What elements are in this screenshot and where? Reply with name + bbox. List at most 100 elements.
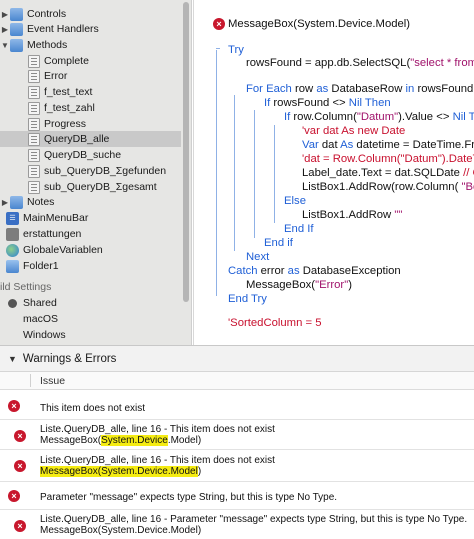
method-icon	[28, 148, 40, 162]
issue-row[interactable]: × Liste.QueryDB_alle, line 16 - This ite…	[0, 420, 474, 450]
nav-item-label: erstattungen	[23, 228, 82, 240]
nav-item-label: Complete	[44, 55, 89, 67]
code-editor[interactable]: × MessageBox(System.Device.Model) Try ro…	[193, 0, 474, 345]
radio-unselected-icon[interactable]	[8, 331, 17, 340]
nav-method-f-test-zahl[interactable]: f_test_zahl	[0, 100, 181, 116]
disclosure-down-icon[interactable]: ▼	[0, 41, 10, 50]
code-line-catch: Catch error as DatabaseException	[228, 265, 401, 277]
nav-method-progress[interactable]: Progress	[0, 116, 181, 132]
method-icon	[28, 117, 40, 131]
method-icon	[28, 180, 40, 194]
project-navigator: ▶ Controls ▶ Event Handlers ▼ Methods Co…	[0, 0, 192, 345]
nav-method-sub-querydb-gefunden[interactable]: sub_QueryDB_Σgefunden	[0, 163, 181, 179]
code-line-addrow-1: ListBox1.AddRow(row.Column( "Be	[302, 181, 474, 193]
issues-column-header: Issue	[0, 372, 474, 390]
nav-item-folder1[interactable]: Folder1	[0, 258, 181, 274]
build-target-label: macOS	[23, 313, 59, 325]
inner-if-block-guide	[274, 125, 275, 223]
column-issue-label[interactable]: Issue	[40, 375, 65, 387]
method-icon	[28, 164, 40, 178]
guide-cap	[216, 48, 220, 49]
nav-item-event-handlers[interactable]: ▶ Event Handlers	[0, 21, 181, 37]
build-target-macos[interactable]: macOS	[0, 311, 181, 327]
nav-item-label: Methods	[27, 39, 68, 51]
column-separator[interactable]	[30, 374, 31, 387]
disclosure-right-icon[interactable]: ▶	[0, 10, 10, 19]
method-icon	[28, 85, 40, 99]
warnings-title: Warnings & Errors	[22, 352, 117, 365]
code-line-comment-dat: 'dat = Row.Column("Datum").DateT	[302, 153, 474, 165]
nav-item-label: QueryDB_alle	[44, 133, 110, 145]
method-icon	[28, 101, 40, 115]
code-line-label-date: Label_date.Text = dat.SQLDate // C	[302, 167, 474, 179]
issue-text: Liste.QueryDB_alle, line 16 - Parameter …	[40, 514, 468, 536]
radio-unselected-icon[interactable]	[8, 315, 17, 324]
code-line-if-column: If row.Column("Datum").Value <> Nil T	[284, 111, 474, 123]
disclosure-right-icon[interactable]: ▶	[0, 25, 10, 34]
if-block-guide	[254, 110, 255, 238]
nav-method-f-test-text[interactable]: f_test_text	[0, 84, 181, 100]
nav-method-querydb-suche[interactable]: QueryDB_suche	[0, 147, 181, 163]
folder-icon	[10, 7, 23, 21]
folder-icon	[10, 38, 23, 52]
nav-method-sub-querydb-gesamt[interactable]: sub_QueryDB_Σgesamt	[0, 179, 181, 195]
nav-item-label: MainMenuBar	[23, 212, 89, 224]
nav-method-error[interactable]: Error	[0, 68, 181, 84]
issue-text: Parameter "message" expects type String,…	[40, 492, 338, 503]
issue-row[interactable]: × Liste.QueryDB_alle, line 16 - Paramete…	[0, 510, 474, 539]
nav-item-label: f_test_text	[44, 86, 93, 98]
nav-item-label: sub_QueryDB_Σgesamt	[44, 181, 157, 193]
nav-item-label: Notes	[27, 196, 55, 208]
code-line-comment-date: 'var dat As new Date	[302, 125, 406, 137]
nav-item-label: QueryDB_suche	[44, 149, 122, 161]
code-line-var-dat: Var dat As datetime = DateTime.Fr	[302, 139, 474, 151]
menubar-icon: ☰	[6, 211, 19, 225]
folder-icon	[10, 22, 23, 36]
code-line-1: MessageBox(System.Device.Model)	[228, 18, 411, 30]
warnings-panel: ▼ Warnings & Errors Issue × This item do…	[0, 345, 474, 539]
folder-icon	[10, 195, 23, 209]
nav-method-complete[interactable]: Complete	[0, 53, 181, 69]
code-line-sortedcolumn: 'SortedColumn = 5	[228, 317, 322, 329]
code-line-next: Next	[246, 251, 270, 263]
radio-selected-icon[interactable]	[8, 298, 17, 308]
issue-text: Liste.QueryDB_alle, line 16 - This item …	[40, 455, 275, 477]
nav-item-methods[interactable]: ▼ Methods	[0, 37, 181, 53]
nav-method-querydb-alle[interactable]: QueryDB_alle	[0, 131, 181, 147]
nav-item-mainmenubar[interactable]: ☰ MainMenuBar	[0, 210, 181, 226]
build-settings-label: ild Settings	[0, 280, 52, 293]
error-marker-icon[interactable]: ×	[213, 18, 225, 30]
nav-item-erstattungen[interactable]: erstattungen	[0, 226, 181, 242]
error-icon: ×	[8, 490, 20, 502]
nav-item-label: sub_QueryDB_Σgefunden	[44, 165, 167, 177]
method-icon	[28, 54, 40, 68]
code-line-else: Else	[284, 195, 306, 207]
navigator-scrollbar[interactable]	[183, 2, 189, 302]
nav-item-label: Folder1	[23, 260, 59, 272]
database-icon	[6, 227, 19, 241]
code-line-try: Try	[228, 44, 244, 56]
nav-item-controls[interactable]: ▶ Controls	[0, 6, 181, 22]
code-line-end-if-1: End If	[284, 223, 314, 235]
code-line-if-rowsfound: If rowsFound <> Nil Then	[264, 97, 391, 109]
issue-text: This item does not exist	[40, 403, 146, 414]
issue-row[interactable]: × This item does not exist	[0, 392, 474, 420]
disclosure-right-icon[interactable]: ▶	[0, 198, 10, 207]
code-line-end-if-2: End if	[264, 237, 293, 249]
nav-item-globalevariablen[interactable]: GlobaleVariablen	[0, 242, 181, 258]
nav-item-label: Event Handlers	[27, 23, 99, 35]
build-target-label: Shared	[23, 297, 57, 309]
code-line-for-each: For Each row as DatabaseRow in rowsFound	[246, 83, 474, 95]
nav-item-notes[interactable]: ▶ Notes	[0, 194, 181, 210]
code-line-addrow-2: ListBox1.AddRow ""	[302, 209, 403, 221]
warnings-header[interactable]: ▼ Warnings & Errors	[0, 346, 474, 372]
issue-row[interactable]: × Parameter "message" expects type Strin…	[0, 482, 474, 510]
build-target-windows[interactable]: Windows	[0, 327, 181, 343]
code-line-messagebox-error: MessageBox("Error")	[246, 279, 352, 291]
error-icon: ×	[14, 430, 26, 442]
issue-row[interactable]: × Liste.QueryDB_alle, line 16 - This ite…	[0, 450, 474, 482]
error-icon: ×	[14, 520, 26, 532]
build-target-label: Windows	[23, 329, 66, 341]
disclosure-down-icon[interactable]: ▼	[8, 354, 17, 364]
build-target-shared[interactable]: Shared	[0, 295, 181, 311]
